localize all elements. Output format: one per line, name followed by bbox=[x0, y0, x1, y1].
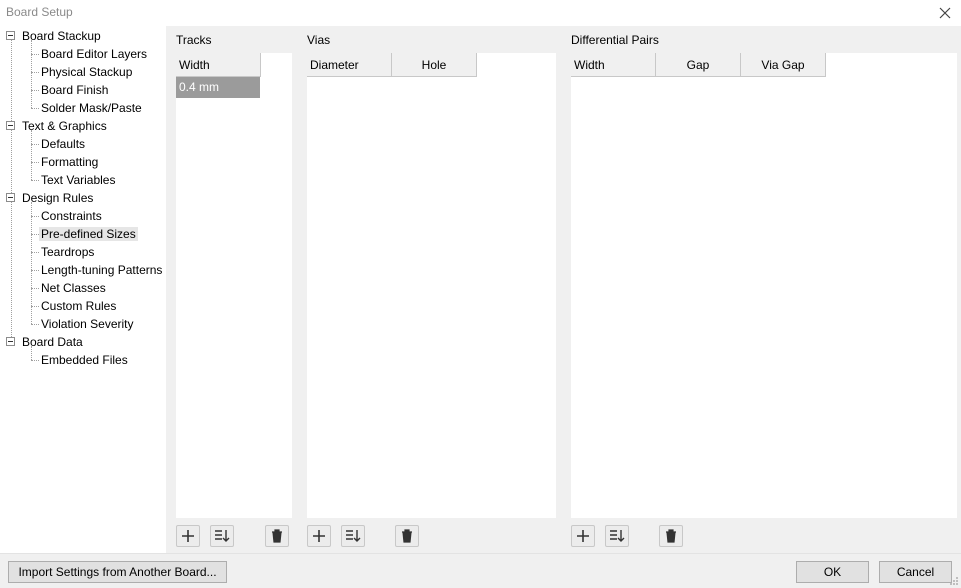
tree-item-board-editor-layers[interactable]: Board Editor Layers bbox=[39, 45, 149, 63]
sort-vias-button[interactable] bbox=[341, 525, 365, 547]
collapse-icon[interactable] bbox=[6, 337, 15, 346]
tree-item-label: Embedded Files bbox=[41, 353, 128, 367]
diff-pairs-title: Differential Pairs bbox=[571, 33, 659, 47]
vias-title: Vias bbox=[307, 33, 331, 47]
ok-button[interactable]: OK bbox=[796, 561, 869, 583]
collapse-icon[interactable] bbox=[6, 121, 15, 130]
resize-grip-icon[interactable] bbox=[949, 576, 959, 586]
tree-item-pre-defined-sizes[interactable]: Pre-defined Sizes bbox=[39, 225, 138, 243]
footer-divider bbox=[0, 553, 961, 554]
tree-item-physical-stackup[interactable]: Physical Stackup bbox=[39, 63, 134, 81]
tree-item-label: Pre-defined Sizes bbox=[39, 227, 138, 241]
track-width-cell[interactable]: 0.4 mm bbox=[176, 77, 260, 98]
sort-icon bbox=[215, 530, 230, 542]
close-icon bbox=[939, 7, 951, 19]
title-bar: Board Setup bbox=[0, 0, 961, 26]
tree-item-label: Custom Rules bbox=[41, 299, 117, 313]
add-track-button[interactable] bbox=[176, 525, 200, 547]
tree-item-custom-rules[interactable]: Custom Rules bbox=[39, 297, 118, 315]
tree-item-label: Text Variables bbox=[41, 173, 116, 187]
tree-item-label: Formatting bbox=[41, 155, 99, 169]
collapse-icon[interactable] bbox=[6, 31, 15, 40]
tree-item-label: Net Classes bbox=[41, 281, 106, 295]
vias-grid[interactable] bbox=[307, 53, 556, 518]
tree-group-label: Text & Graphics bbox=[22, 119, 107, 133]
tree-item-text-variables[interactable]: Text Variables bbox=[39, 171, 117, 189]
column-header-width[interactable]: Width bbox=[176, 53, 261, 77]
plus-icon bbox=[182, 530, 194, 542]
plus-icon bbox=[577, 530, 589, 542]
trash-icon bbox=[402, 529, 412, 543]
trash-icon bbox=[666, 529, 676, 543]
plus-icon bbox=[313, 530, 325, 542]
add-via-button[interactable] bbox=[307, 525, 331, 547]
tracks-title: Tracks bbox=[176, 33, 212, 47]
tree-item-label: Solder Mask/Paste bbox=[41, 101, 142, 115]
tree-group-board-data[interactable]: Board Data bbox=[6, 333, 85, 351]
tree-item-embedded-files[interactable]: Embedded Files bbox=[39, 351, 130, 369]
sort-icon bbox=[610, 530, 625, 542]
tracks-grid-header: Width bbox=[176, 53, 261, 77]
tree-group-design-rules[interactable]: Design Rules bbox=[6, 189, 95, 207]
sort-tracks-button[interactable] bbox=[210, 525, 234, 547]
tree-item-formatting[interactable]: Formatting bbox=[39, 153, 100, 171]
sort-icon bbox=[346, 530, 361, 542]
diff-pairs-grid[interactable] bbox=[571, 53, 957, 518]
tree-item-solder-mask-paste[interactable]: Solder Mask/Paste bbox=[39, 99, 144, 117]
tree-item-violation-severity[interactable]: Violation Severity bbox=[39, 315, 136, 333]
tree-item-label: Defaults bbox=[41, 137, 86, 151]
delete-track-button[interactable] bbox=[265, 525, 289, 547]
delete-diff-pair-button[interactable] bbox=[659, 525, 683, 547]
tree-group-board-stackup[interactable]: Board Stackup bbox=[6, 27, 103, 45]
tree-item-label: Physical Stackup bbox=[41, 65, 133, 79]
tree-item-defaults[interactable]: Defaults bbox=[39, 135, 87, 153]
tree-item-constraints[interactable]: Constraints bbox=[39, 207, 104, 225]
column-header-via-gap[interactable]: Via Gap bbox=[741, 53, 826, 77]
tracks-grid[interactable] bbox=[176, 53, 292, 518]
tree-item-label: Constraints bbox=[41, 209, 102, 223]
tree-item-teardrops[interactable]: Teardrops bbox=[39, 243, 96, 261]
tree-item-label: Teardrops bbox=[41, 245, 95, 259]
tree-item-label: Violation Severity bbox=[41, 317, 134, 331]
settings-tree: Board Stackup Board Editor Layers Physic… bbox=[0, 26, 166, 553]
tree-item-label: Board Finish bbox=[41, 83, 109, 97]
column-header-gap[interactable]: Gap bbox=[656, 53, 741, 77]
window-title: Board Setup bbox=[6, 5, 73, 19]
tree-item-length-tuning-patterns[interactable]: Length-tuning Patterns bbox=[39, 261, 164, 279]
import-settings-button[interactable]: Import Settings from Another Board... bbox=[8, 561, 227, 583]
sort-diff-pairs-button[interactable] bbox=[605, 525, 629, 547]
tree-group-text-graphics[interactable]: Text & Graphics bbox=[6, 117, 109, 135]
tree-item-board-finish[interactable]: Board Finish bbox=[39, 81, 110, 99]
add-diff-pair-button[interactable] bbox=[571, 525, 595, 547]
cancel-button[interactable]: Cancel bbox=[879, 561, 952, 583]
vias-grid-header: Diameter Hole bbox=[307, 53, 477, 77]
column-header-hole[interactable]: Hole bbox=[392, 53, 477, 77]
tree-group-label: Board Data bbox=[22, 335, 83, 349]
diff-pairs-grid-header: Width Gap Via Gap bbox=[571, 53, 826, 77]
column-header-width[interactable]: Width bbox=[571, 53, 656, 77]
collapse-icon[interactable] bbox=[6, 193, 15, 202]
tree-item-net-classes[interactable]: Net Classes bbox=[39, 279, 108, 297]
tree-group-label: Design Rules bbox=[22, 191, 94, 205]
tree-item-label: Board Editor Layers bbox=[41, 47, 148, 61]
tree-group-label: Board Stackup bbox=[22, 29, 101, 43]
tree-item-label: Length-tuning Patterns bbox=[41, 263, 163, 277]
delete-via-button[interactable] bbox=[395, 525, 419, 547]
close-button[interactable] bbox=[935, 3, 955, 23]
column-header-diameter[interactable]: Diameter bbox=[307, 53, 392, 77]
trash-icon bbox=[272, 529, 282, 543]
